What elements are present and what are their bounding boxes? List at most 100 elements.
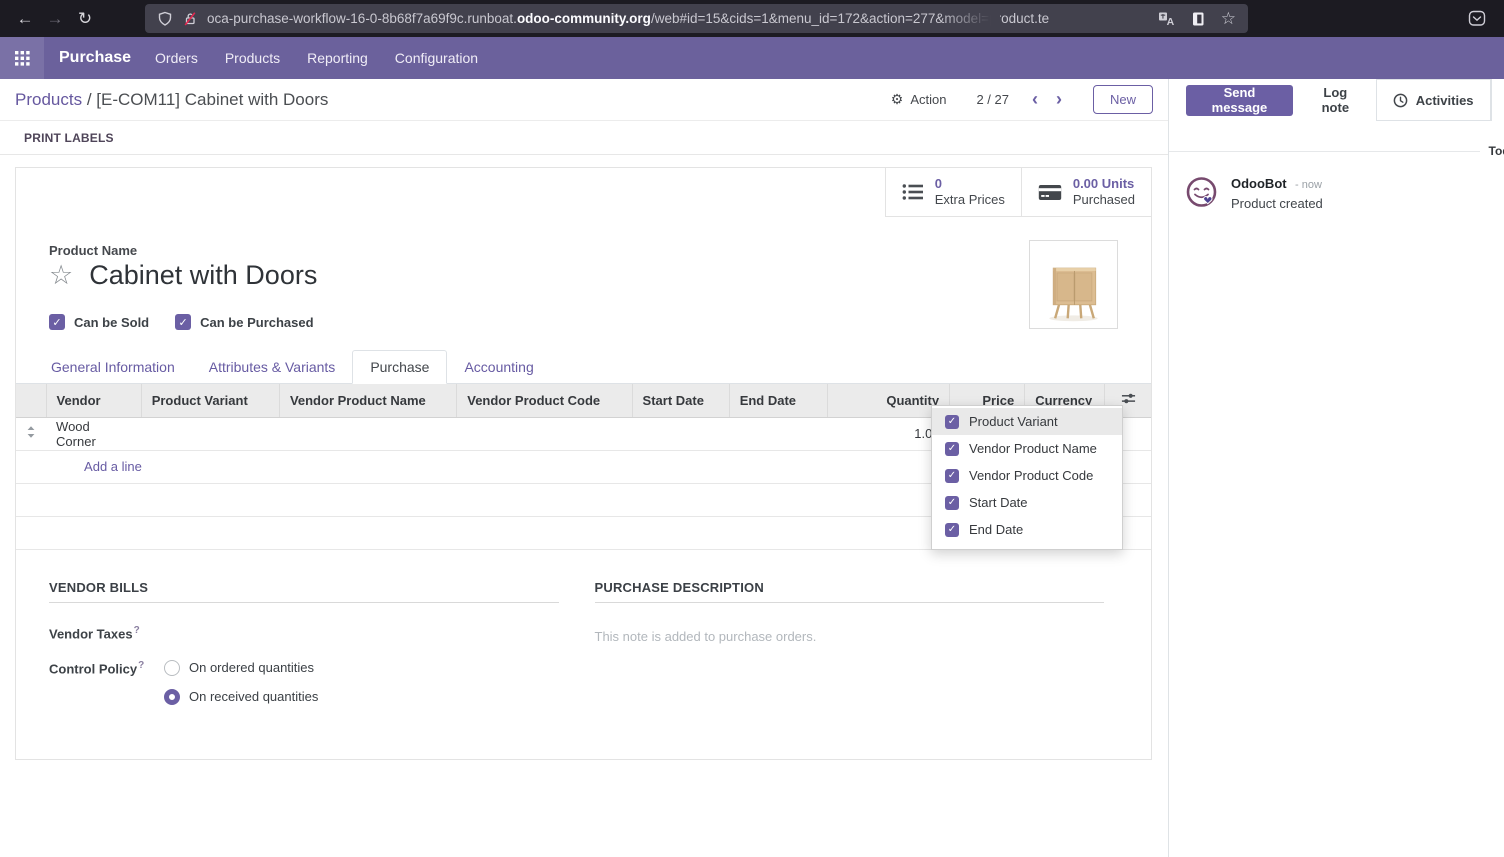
col-vendor-product-code[interactable]: Vendor Product Code — [457, 384, 632, 417]
reader-mode-icon[interactable] — [1190, 11, 1206, 27]
col-end-date[interactable]: End Date — [729, 384, 827, 417]
purchased-units-stat-button[interactable]: 0.00 Units Purchased — [1021, 168, 1151, 217]
cell-product-variant[interactable] — [141, 417, 279, 450]
pocket-sidebar-icon[interactable] — [1468, 10, 1486, 27]
bookmark-star-icon[interactable]: ☆ — [1221, 9, 1236, 29]
col-start-date[interactable]: Start Date — [632, 384, 729, 417]
product-flags: ✓ Can be Sold ✓ Can be Purchased — [16, 314, 1151, 330]
form-view: Products / [E-COM11] Cabinet with Doors … — [0, 79, 1168, 857]
checkbox-checked-icon: ✓ — [49, 314, 65, 330]
message-author[interactable]: OdooBot — [1231, 176, 1287, 191]
menu-configuration[interactable]: Configuration — [395, 50, 478, 66]
menu-products[interactable]: Products — [225, 50, 280, 66]
radio-on-ordered-quantities[interactable]: On ordered quantities — [164, 660, 318, 676]
dropdown-item-end-date[interactable]: ✓ End Date — [932, 516, 1122, 543]
cell-vendor[interactable]: Wood Corner — [46, 417, 141, 450]
col-vendor-product-name[interactable]: Vendor Product Name — [279, 384, 456, 417]
translate-icon[interactable]: A — [1158, 11, 1175, 27]
chatter-toolbar: Send message Log note Activities — [1169, 79, 1504, 121]
address-bar[interactable]: oca-purchase-workflow-16-0-8b68f7a69f9c.… — [145, 4, 1248, 33]
message-timestamp: - now — [1295, 179, 1322, 191]
cell-end-date[interactable] — [729, 417, 827, 450]
handle-column-header — [16, 384, 46, 417]
favorite-star-icon[interactable]: ☆ — [49, 262, 73, 289]
tab-attributes-variants[interactable]: Attributes & Variants — [192, 350, 353, 384]
browser-forward-button[interactable]: → — [40, 4, 70, 34]
cell-vendor-product-name[interactable] — [279, 417, 456, 450]
tab-purchase[interactable]: Purchase — [352, 350, 447, 384]
chevron-right-icon: › — [1056, 89, 1062, 109]
action-menu-button[interactable]: ⚙ Action — [891, 91, 947, 108]
browser-reload-button[interactable]: ↻ — [70, 4, 100, 34]
log-note-button[interactable]: Log note — [1311, 85, 1360, 115]
app-navbar: Purchase Orders Products Reporting Confi… — [0, 37, 1504, 79]
message-body: Product created — [1231, 196, 1323, 211]
tab-general-information[interactable]: General Information — [34, 350, 192, 384]
activities-button[interactable]: Activities — [1376, 79, 1491, 121]
radio-on-received-quantities[interactable]: On received quantities — [164, 689, 318, 705]
insecure-lock-icon[interactable] — [182, 11, 198, 27]
checkbox-checked-icon: ✓ — [945, 442, 959, 456]
purchased-units-label: Purchased — [1073, 192, 1135, 208]
col-vendor[interactable]: Vendor — [46, 384, 141, 417]
can-be-purchased-label: Can be Purchased — [200, 315, 313, 330]
drag-handle-icon[interactable] — [16, 417, 46, 450]
can-be-purchased-checkbox[interactable]: ✓ Can be Purchased — [175, 314, 313, 330]
col-product-variant[interactable]: Product Variant — [141, 384, 279, 417]
vendor-taxes-field[interactable] — [164, 625, 559, 641]
vendor-taxes-label: Vendor Taxes? — [49, 625, 164, 641]
radio-ordered-label: On ordered quantities — [189, 660, 314, 675]
stat-button-row: 0 Extra Prices 0.00 Units — [16, 168, 1151, 217]
new-record-button[interactable]: New — [1093, 85, 1153, 114]
browser-back-button[interactable]: ← — [10, 4, 40, 34]
menu-reporting[interactable]: Reporting — [307, 50, 368, 66]
chatter-message: OdooBot - now Product created — [1169, 158, 1504, 211]
pager-value: 2 / 27 — [976, 92, 1009, 107]
purchase-description-input[interactable]: This note is added to purchase orders. — [595, 629, 1105, 644]
tab-accounting[interactable]: Accounting — [447, 350, 550, 384]
app-name[interactable]: Purchase — [59, 49, 131, 67]
extra-prices-value: 0 — [935, 176, 1005, 192]
back-icon: ← — [17, 9, 34, 29]
control-panel: Products / [E-COM11] Cabinet with Doors … — [0, 79, 1168, 121]
odoobot-avatar — [1184, 175, 1219, 210]
radio-unchecked-icon — [164, 660, 180, 676]
menu-orders[interactable]: Orders — [155, 50, 198, 66]
print-labels-button[interactable]: PRINT LABELS — [24, 131, 114, 145]
chevron-left-icon: ‹ — [1032, 89, 1038, 109]
breadcrumb: Products / [E-COM11] Cabinet with Doors — [15, 90, 328, 110]
dropdown-item-label: Product Variant — [969, 414, 1058, 429]
send-message-button[interactable]: Send message — [1186, 85, 1293, 116]
divider-line — [1169, 151, 1480, 152]
can-be-sold-checkbox[interactable]: ✓ Can be Sold — [49, 314, 149, 330]
checkbox-checked-icon: ✓ — [945, 469, 959, 483]
notebook-tabs: General Information Attributes & Variant… — [16, 349, 1151, 384]
add-a-line-link[interactable]: Add a line — [84, 459, 142, 474]
extra-prices-stat-button[interactable]: 0 Extra Prices — [885, 168, 1021, 217]
dropdown-item-vendor-product-code[interactable]: ✓ Vendor Product Code — [932, 462, 1122, 489]
shield-icon[interactable] — [157, 11, 173, 27]
breadcrumb-products-link[interactable]: Products — [15, 90, 82, 109]
help-icon: ? — [138, 660, 144, 671]
form-content: 0 Extra Prices 0.00 Units — [0, 155, 1168, 857]
date-divider-label: Today — [1480, 144, 1504, 158]
extra-prices-label: Extra Prices — [935, 192, 1005, 208]
pager-next-button[interactable]: › — [1047, 89, 1071, 110]
dropdown-item-start-date[interactable]: ✓ Start Date — [932, 489, 1122, 516]
credit-card-icon — [1038, 184, 1062, 201]
date-divider: Today — [1169, 144, 1504, 158]
cabinet-image — [1030, 241, 1117, 328]
product-name-value[interactable]: Cabinet with Doors — [89, 260, 317, 291]
cell-start-date[interactable] — [632, 417, 729, 450]
svg-text:A: A — [1166, 16, 1174, 27]
dropdown-item-vendor-product-name[interactable]: ✓ Vendor Product Name — [932, 435, 1122, 462]
cell-vendor-product-code[interactable] — [457, 417, 632, 450]
pager-previous-button[interactable]: ‹ — [1023, 89, 1047, 110]
dropdown-item-product-variant[interactable]: ✓ Product Variant — [932, 408, 1122, 435]
action-label: Action — [910, 92, 946, 107]
apps-menu-button[interactable] — [0, 37, 44, 79]
checkbox-checked-icon: ✓ — [175, 314, 191, 330]
optional-columns-dropdown: ✓ Product Variant ✓ Vendor Product Name … — [931, 405, 1123, 550]
product-image[interactable] — [1029, 240, 1118, 329]
vendor-bills-group: VENDOR BILLS Vendor Taxes? Control Polic… — [49, 580, 559, 705]
